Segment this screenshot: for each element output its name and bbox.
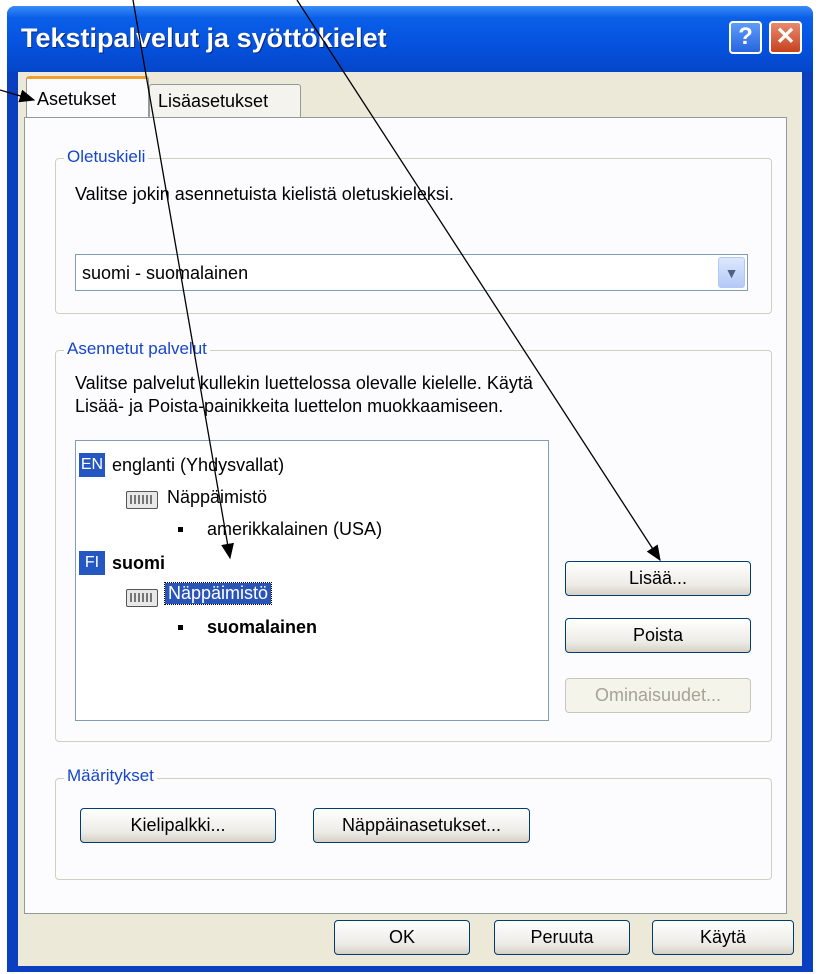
arrow-to-tab bbox=[0, 89, 36, 103]
arrow-to-add-button bbox=[296, 0, 661, 562]
arrow-to-keyboard-item bbox=[132, 0, 234, 560]
annotation-arrows bbox=[0, 0, 661, 562]
